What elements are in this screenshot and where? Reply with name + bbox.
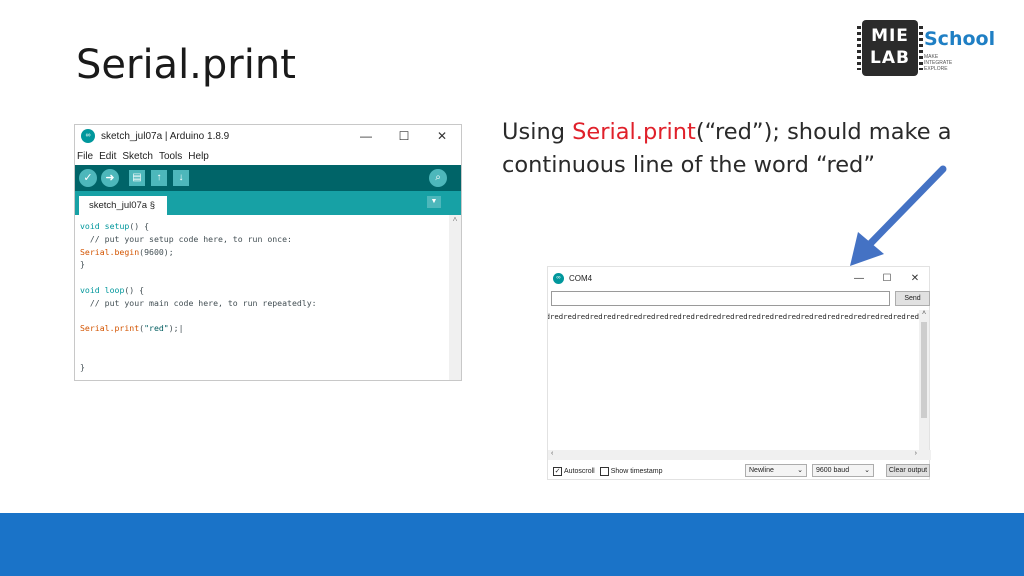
serial-titlebar: ∞ COM4 — ☐ ✕	[548, 267, 929, 289]
serial-vertical-scrollbar[interactable]: ˄	[919, 310, 929, 450]
serial-input-row: Send	[551, 291, 930, 307]
ide-menubar: File Edit Sketch Tools Help	[75, 147, 461, 165]
menu-file[interactable]: File	[77, 151, 93, 162]
baud-rate-value: 9600 baud	[816, 467, 850, 474]
description-highlight: Serial.print	[572, 119, 696, 145]
minimize-icon[interactable]: —	[845, 273, 873, 284]
footer-band	[0, 513, 1024, 576]
menu-help[interactable]: Help	[188, 151, 209, 162]
menu-sketch[interactable]: Sketch	[122, 151, 153, 162]
serial-window-title: COM4	[569, 273, 593, 283]
code-comment: // put your main code here, to run repea…	[80, 297, 317, 308]
logo-chip-line2: LAB	[870, 48, 910, 68]
serial-bottom-bar: ✓ Autoscroll Show timestamp Newline ⌄ 960…	[548, 462, 931, 480]
save-icon[interactable]: ↓	[173, 170, 189, 186]
ide-toolbar: ✓ ➜ ▤ ↑ ↓ ⌕	[75, 165, 461, 191]
send-button[interactable]: Send	[895, 291, 930, 306]
clear-output-button[interactable]: Clear output	[886, 464, 930, 477]
description-prefix: Using	[502, 119, 573, 145]
code-line: void setup() {	[80, 221, 461, 234]
code-keyword: void	[80, 221, 100, 231]
show-timestamp-label: Show timestamp	[610, 467, 663, 475]
tab-sketch[interactable]: sketch_jul07a §	[79, 196, 167, 215]
upload-icon[interactable]: ➜	[101, 169, 119, 187]
logo-chip-line1: MIE	[871, 26, 909, 46]
ide-tabbar: sketch_jul07a § ▼	[75, 191, 461, 215]
code-function: Serial.print	[80, 323, 140, 334]
menu-tools[interactable]: Tools	[159, 151, 182, 162]
new-icon[interactable]: ▤	[129, 170, 145, 186]
pointer-arrow-icon	[850, 165, 947, 266]
verify-icon[interactable]: ✓	[79, 169, 97, 187]
chevron-down-icon: ⌄	[864, 467, 870, 474]
code-text: (9600);	[139, 246, 174, 257]
scroll-right-icon[interactable]: ›	[915, 450, 917, 457]
serial-output: edredredredredredredredredredredredredre…	[548, 310, 919, 450]
autoscroll-checkbox[interactable]: ✓	[553, 466, 562, 476]
maximize-icon[interactable]: ☐	[385, 129, 423, 143]
arduino-ide-window: ∞ sketch_jul07a | Arduino 1.8.9 — ☐ ✕ Fi…	[74, 124, 462, 381]
code-scrollbar[interactable]: ˄	[449, 215, 461, 380]
code-function: loop	[104, 284, 125, 295]
line-ending-select[interactable]: Newline ⌄	[745, 464, 807, 477]
autoscroll-label: Autoscroll	[564, 467, 595, 475]
slide-title: Serial.print	[76, 42, 296, 88]
close-icon[interactable]: ✕	[423, 129, 461, 143]
show-timestamp-checkbox[interactable]	[599, 466, 609, 476]
text-cursor: |	[178, 323, 184, 334]
code-string: "red"	[144, 323, 169, 334]
scrollbar-thumb[interactable]	[921, 322, 927, 418]
code-comment: // put your setup code here, to run once…	[80, 233, 292, 244]
code-text: () {	[124, 284, 145, 295]
serial-input[interactable]	[551, 291, 890, 306]
code-text: );	[168, 323, 179, 334]
minimize-icon[interactable]: —	[347, 129, 385, 143]
logo-tagline-explore: EXPLORE	[924, 66, 948, 72]
serial-output-text: edredredredredredredredredredredredredre…	[548, 312, 919, 321]
logo-tagline: MAKE INTEGRATE EXPLORE	[924, 54, 952, 72]
code-keyword: void	[80, 284, 100, 295]
code-function: setup	[104, 221, 130, 231]
code-line: Serial.print("red");|	[80, 323, 461, 336]
serial-monitor-window: ∞ COM4 — ☐ ✕ Send edredredredredredredre…	[547, 266, 931, 480]
code-text: () {	[129, 221, 150, 231]
line-ending-value: Newline	[749, 467, 774, 474]
close-icon[interactable]: ✕	[901, 273, 929, 284]
code-line: }	[80, 361, 85, 372]
code-line: Serial.begin(9600);	[80, 247, 461, 260]
tab-menu-icon[interactable]: ▼	[427, 196, 441, 208]
ide-window-title: sketch_jul07a | Arduino 1.8.9	[101, 130, 230, 142]
maximize-icon[interactable]: ☐	[873, 273, 901, 284]
code-function: Serial.begin	[80, 246, 140, 257]
code-editor[interactable]: void setup() { // put your setup code he…	[75, 215, 461, 380]
serial-horizontal-scrollbar[interactable]: ‹ ›	[548, 450, 931, 460]
ide-titlebar: ∞ sketch_jul07a | Arduino 1.8.9 — ☐ ✕	[75, 125, 461, 147]
code-line: void loop() {	[80, 285, 461, 298]
mielab-school-logo: MIE LAB School MAKE INTEGRATE EXPLORE	[856, 16, 996, 80]
arduino-app-icon: ∞	[553, 272, 564, 284]
logo-school-text: School	[924, 28, 996, 50]
menu-edit[interactable]: Edit	[99, 151, 116, 162]
serial-monitor-icon[interactable]: ⌕	[429, 169, 447, 187]
scroll-left-icon[interactable]: ‹	[551, 450, 553, 457]
arduino-app-icon: ∞	[81, 129, 95, 143]
baud-rate-select[interactable]: 9600 baud ⌄	[812, 464, 874, 477]
open-icon[interactable]: ↑	[151, 170, 167, 186]
chevron-down-icon: ⌄	[797, 467, 803, 474]
code-line: }	[80, 259, 85, 270]
logo-chip: MIE LAB	[857, 20, 923, 76]
